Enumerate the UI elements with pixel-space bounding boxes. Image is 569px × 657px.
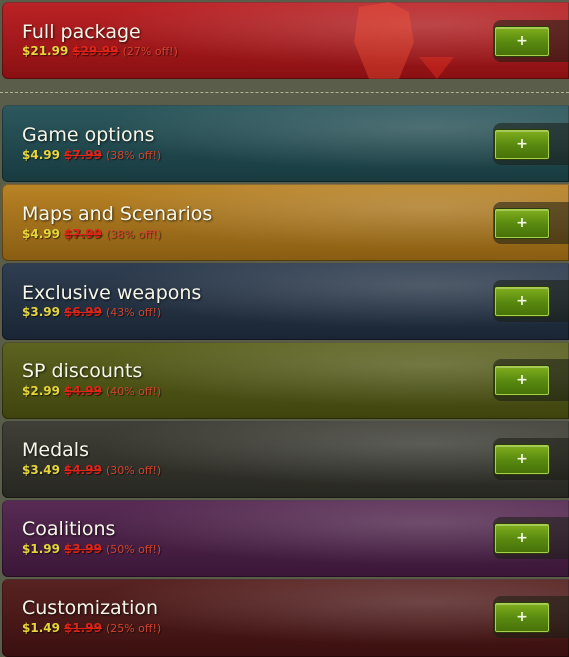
- price-line: $4.99 $7.99 (38% off!): [22, 227, 161, 241]
- price-line: $21.99 $29.99 (27% off!): [22, 44, 178, 58]
- package-title: SP discounts: [22, 360, 143, 382]
- original-price: $4.99: [63, 384, 102, 398]
- add-coalitions-button[interactable]: +: [495, 524, 549, 553]
- discount-label: (25% off!): [105, 622, 162, 635]
- section-divider: [0, 92, 569, 93]
- discount-label: (40% off!): [105, 385, 162, 398]
- add-full-package-button[interactable]: +: [495, 27, 549, 56]
- original-price: $1.99: [63, 621, 102, 635]
- sale-price: $21.99: [22, 44, 69, 58]
- package-card-coalitions: Coalitions $1.99 $3.99 (50% off!) +: [2, 500, 569, 577]
- original-price: $3.99: [63, 542, 102, 556]
- add-button-frame: +: [493, 123, 569, 165]
- original-price: $7.99: [63, 227, 102, 241]
- sale-price: $4.99: [22, 227, 60, 241]
- package-card-customization: Customization $1.49 $1.99 (25% off!) +: [2, 579, 569, 657]
- add-button-frame: +: [493, 202, 569, 244]
- add-button-frame: +: [493, 280, 569, 322]
- package-title: Maps and Scenarios: [22, 203, 213, 225]
- price-line: $3.99 $6.99 (43% off!): [22, 305, 161, 319]
- add-button-frame: +: [493, 20, 569, 62]
- add-customization-button[interactable]: +: [495, 603, 549, 632]
- add-button-frame: +: [493, 517, 569, 559]
- price-line: $2.99 $4.99 (40% off!): [22, 384, 161, 398]
- sale-price: $1.49: [22, 621, 60, 635]
- package-title: Exclusive weapons: [22, 282, 202, 304]
- sale-price: $4.99: [22, 148, 60, 162]
- sale-price: $1.99: [22, 542, 60, 556]
- discount-label: (27% off!): [122, 45, 178, 58]
- price-line: $3.49 $4.99 (30% off!): [22, 463, 161, 477]
- add-button-frame: +: [493, 596, 569, 638]
- sale-price: $2.99: [22, 384, 60, 398]
- add-medals-button[interactable]: +: [495, 445, 549, 474]
- add-game-options-button[interactable]: +: [495, 130, 549, 159]
- discount-label: (50% off!): [105, 543, 162, 556]
- package-title: Coalitions: [22, 518, 116, 540]
- original-price: $4.99: [63, 463, 102, 477]
- sale-price: $3.49: [22, 463, 60, 477]
- package-card-full: Full package $21.99 $29.99 (27% off!) +: [2, 2, 569, 79]
- add-button-frame: +: [493, 438, 569, 480]
- fist-emblem-icon: [354, 2, 454, 79]
- discount-label: (38% off!): [105, 228, 162, 241]
- package-card-medals: Medals $3.49 $4.99 (30% off!) +: [2, 421, 569, 498]
- price-line: $1.99 $3.99 (50% off!): [22, 542, 161, 556]
- discount-label: (43% off!): [105, 306, 162, 319]
- package-title: Full package: [22, 21, 141, 43]
- add-sp-discounts-button[interactable]: +: [495, 366, 549, 395]
- original-price: $6.99: [63, 305, 102, 319]
- price-line: $4.99 $7.99 (38% off!): [22, 148, 161, 162]
- package-title: Medals: [22, 439, 89, 461]
- add-maps-scenarios-button[interactable]: +: [495, 209, 549, 238]
- discount-label: (30% off!): [105, 464, 162, 477]
- sale-price: $3.99: [22, 305, 60, 319]
- add-button-frame: +: [493, 359, 569, 401]
- original-price: $29.99: [72, 44, 119, 58]
- original-price: $7.99: [63, 148, 102, 162]
- package-title: Game options: [22, 124, 155, 146]
- price-line: $1.49 $1.99 (25% off!): [22, 621, 161, 635]
- package-card-game-options: Game options $4.99 $7.99 (38% off!) +: [2, 105, 569, 182]
- package-title: Customization: [22, 597, 159, 619]
- package-card-exclusive-weapons: Exclusive weapons $3.99 $6.99 (43% off!) +: [2, 263, 569, 340]
- package-card-maps-scenarios: Maps and Scenarios $4.99 $7.99 (38% off!) …: [2, 184, 569, 261]
- discount-label: (38% off!): [105, 149, 162, 162]
- add-exclusive-weapons-button[interactable]: +: [495, 287, 549, 316]
- package-card-sp-discounts: SP discounts $2.99 $4.99 (40% off!) +: [2, 342, 569, 419]
